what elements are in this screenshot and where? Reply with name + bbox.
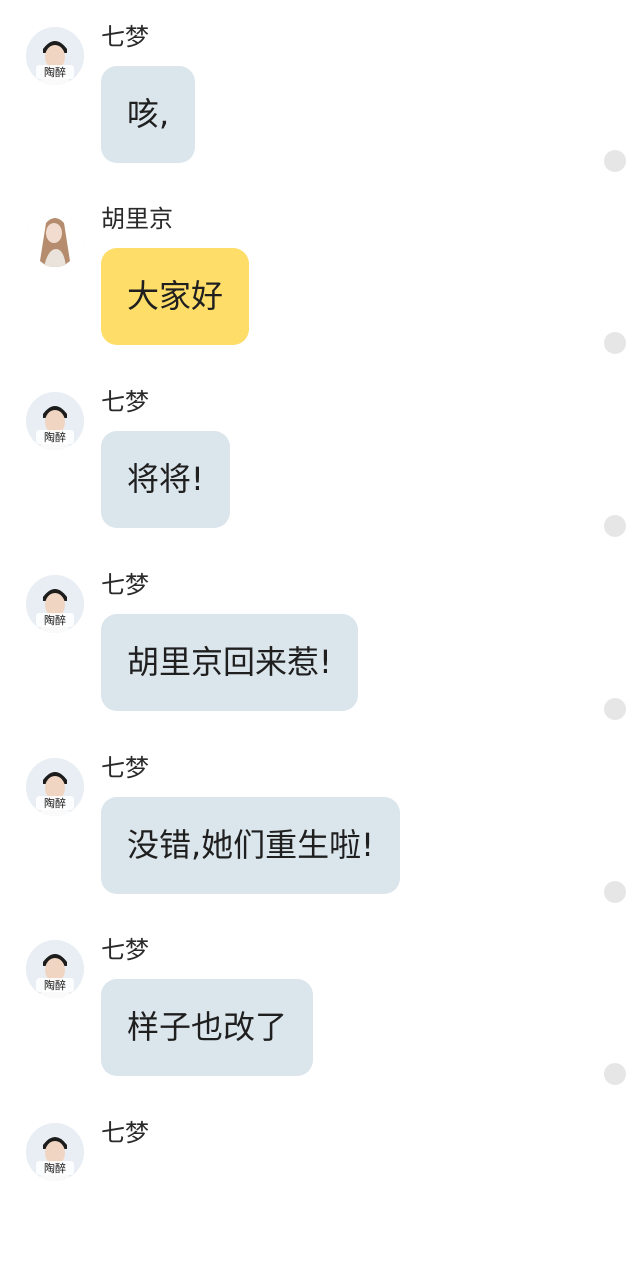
read-status-icon — [604, 332, 626, 354]
read-status-icon — [604, 150, 626, 172]
chat-message: 陶醉 七梦 胡里京回来惹! — [0, 548, 640, 730]
avatar[interactable]: 陶醉 — [26, 27, 84, 85]
avatar[interactable] — [26, 209, 84, 267]
sender-name: 七梦 — [101, 1119, 149, 1147]
read-status-icon — [604, 515, 626, 537]
message-bubble[interactable]: 咳, — [101, 66, 196, 163]
sender-name: 七梦 — [101, 571, 149, 599]
read-status-icon — [604, 698, 626, 720]
avatar-photo-icon: 陶醉 — [26, 27, 84, 85]
chat-message: 陶醉 七梦 没错,她们重生啦! — [0, 731, 640, 913]
avatar[interactable]: 陶醉 — [26, 758, 84, 816]
sender-name: 七梦 — [101, 936, 149, 964]
message-bubble[interactable]: 胡里京回来惹! — [101, 614, 358, 711]
message-bubble[interactable]: 没错,她们重生啦! — [101, 797, 401, 894]
avatar[interactable]: 陶醉 — [26, 940, 84, 998]
message-bubble[interactable]: 大家好 — [101, 248, 250, 345]
avatar-photo-icon: 陶醉 — [26, 392, 84, 450]
avatar-caption: 陶醉 — [44, 613, 66, 627]
sender-name: 七梦 — [101, 388, 149, 416]
avatar-photo-icon: 陶醉 — [26, 1123, 84, 1181]
avatar-caption: 陶醉 — [44, 796, 66, 810]
avatar-caption: 陶醉 — [44, 978, 66, 992]
sender-name: 七梦 — [101, 754, 149, 782]
avatar-photo-icon: 陶醉 — [26, 575, 84, 633]
avatar[interactable]: 陶醉 — [26, 1123, 84, 1181]
chat-message: 胡里京 大家好 — [0, 182, 640, 364]
message-bubble[interactable]: 样子也改了 — [101, 979, 314, 1076]
chat-message: 陶醉 七梦 — [0, 1096, 640, 1278]
avatar[interactable]: 陶醉 — [26, 392, 84, 450]
avatar-caption: 陶醉 — [44, 65, 66, 79]
avatar-caption: 陶醉 — [44, 430, 66, 444]
avatar-photo-icon: 陶醉 — [26, 940, 84, 998]
read-status-icon — [604, 1063, 626, 1085]
chat-message: 陶醉 七梦 将将! — [0, 365, 640, 547]
sender-name: 胡里京 — [101, 205, 173, 233]
message-bubble[interactable]: 将将! — [101, 431, 230, 528]
sender-name: 七梦 — [101, 23, 149, 51]
avatar-photo-icon — [26, 209, 84, 267]
chat-message: 陶醉 七梦 咳, — [0, 0, 640, 182]
read-status-icon — [604, 881, 626, 903]
avatar-photo-icon: 陶醉 — [26, 758, 84, 816]
avatar-caption: 陶醉 — [44, 1161, 66, 1175]
avatar[interactable]: 陶醉 — [26, 575, 84, 633]
chat-message: 陶醉 七梦 样子也改了 — [0, 913, 640, 1095]
chat-message-list[interactable]: 陶醉 七梦 咳, 胡里京 大家好 陶醉 七梦 将将! 陶醉 七梦 胡里京回来惹!… — [0, 0, 640, 1181]
